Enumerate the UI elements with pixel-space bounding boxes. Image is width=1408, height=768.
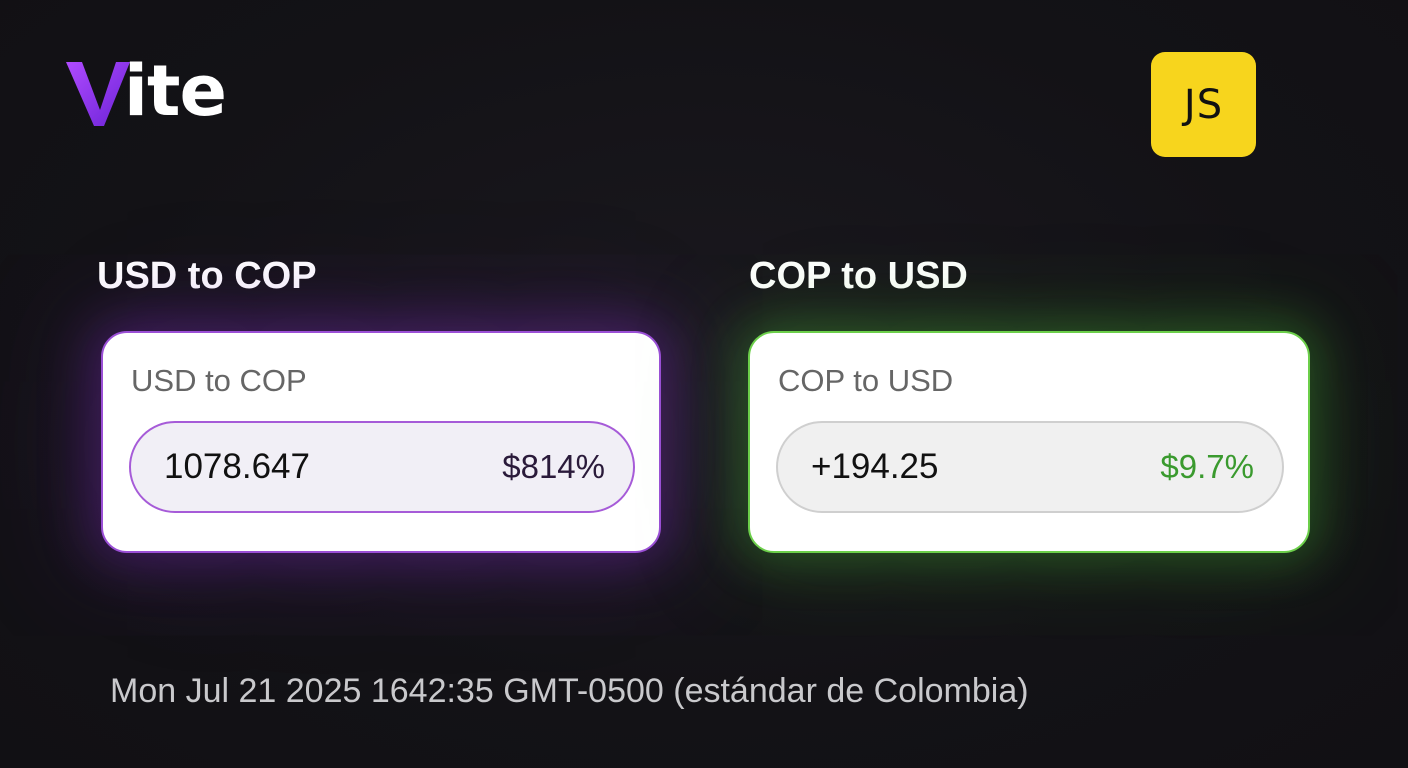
cop-to-usd-heading: COP to USD xyxy=(749,255,968,297)
card-label: COP to USD xyxy=(778,363,954,398)
vite-logo: ite xyxy=(64,38,227,132)
rate-value: 1078.647 xyxy=(164,447,310,486)
cop-to-usd-card: COP to USD +194.25 $9.7% xyxy=(748,331,1310,553)
usd-to-cop-rate-field[interactable]: 1078.647 $814% xyxy=(129,421,635,513)
rate-change: $9.7% xyxy=(1160,448,1254,485)
app-root: ite JS USD to COP COP to USD USD to COP … xyxy=(0,0,1408,768)
rate-change: $814% xyxy=(502,448,605,485)
cop-to-usd-rate-field[interactable]: +194.25 $9.7% xyxy=(776,421,1284,513)
card-label: USD to COP xyxy=(131,363,307,398)
rate-value: +194.25 xyxy=(811,447,939,486)
usd-to-cop-heading: USD to COP xyxy=(97,255,317,297)
js-badge-label: JS xyxy=(1183,81,1224,128)
timestamp: Mon Jul 21 2025 1642:35 GMT-0500 (estánd… xyxy=(110,672,1029,710)
usd-to-cop-card: USD to COP 1078.647 $814% xyxy=(101,331,661,553)
vite-v-icon xyxy=(66,62,130,126)
logo-text: ite xyxy=(124,50,227,132)
js-badge: JS xyxy=(1151,52,1256,157)
